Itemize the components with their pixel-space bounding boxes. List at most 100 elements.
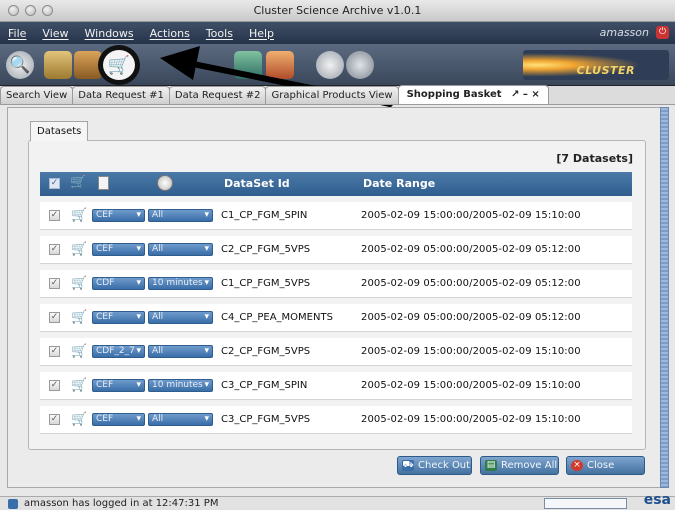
datasets-tab[interactable]: Datasets <box>30 121 89 141</box>
cart-icon[interactable]: 🛒 <box>71 276 87 291</box>
dataset-id: C4_CP_PEA_MOMENTS <box>221 312 333 323</box>
row-checkbox[interactable]: ✓ <box>49 278 60 289</box>
cluster-logo: CLUSTER <box>523 50 669 80</box>
tab-graphical-products[interactable]: Graphical Products View <box>265 86 399 104</box>
minimize-window-icon[interactable] <box>25 5 36 16</box>
row-checkbox[interactable]: ✓ <box>49 244 60 255</box>
date-range: 2005-02-09 05:00:00/2005-02-09 05:12:00 <box>361 312 581 323</box>
view-tabs: Search View Data Request #1 Data Request… <box>0 85 675 105</box>
date-range: 2005-02-09 15:00:00/2005-02-09 15:10:00 <box>361 380 581 391</box>
toolbar: 🔍 🛒 CLUSTER <box>0 44 675 86</box>
dataset-id: C3_CP_FGM_SPIN <box>221 380 308 391</box>
row-checkbox[interactable]: ✓ <box>49 380 60 391</box>
row-checkbox[interactable]: ✓ <box>49 312 60 323</box>
format-select[interactable]: CDF <box>92 277 145 290</box>
bars-icon[interactable] <box>266 51 294 79</box>
table-row: ✓ 🛒 CEF All C3_CP_FGM_5VPS 2005-02-09 15… <box>40 406 632 434</box>
table-row: ✓ 🛒 CEF All C1_CP_FGM_SPIN 2005-02-09 15… <box>40 202 632 230</box>
time-header-icon <box>157 175 173 191</box>
menu-bar: File View Windows Actions Tools Help ama… <box>0 22 675 44</box>
dataset-id: C2_CP_FGM_5VPS <box>221 244 311 255</box>
close-window-icon[interactable] <box>8 5 19 16</box>
format-select[interactable]: CEF <box>92 243 145 256</box>
cart-icon[interactable]: 🛒 <box>71 208 87 223</box>
dataset-count: [7 Datasets] <box>556 152 633 165</box>
table-row: ✓ 🛒 CEF 10 minutes C3_CP_FGM_SPIN 2005-0… <box>40 372 632 400</box>
zoom-window-icon[interactable] <box>42 5 53 16</box>
checkout-icon: ⛟ <box>402 460 414 471</box>
close-button[interactable]: × Close <box>566 456 645 475</box>
row-checkbox[interactable]: ✓ <box>49 210 60 221</box>
format-select[interactable]: CEF <box>92 413 145 426</box>
time-select[interactable]: All <box>148 209 213 222</box>
graph-icon[interactable] <box>234 51 262 79</box>
tab-shopping-basket-label: Shopping Basket <box>406 89 502 100</box>
menu-windows[interactable]: Windows <box>77 27 142 40</box>
tab-search-view[interactable]: Search View <box>0 86 74 104</box>
row-checkbox[interactable]: ✓ <box>49 346 60 357</box>
cart-header-icon: 🛒 <box>70 175 87 190</box>
check-out-button[interactable]: ⛟ Check Out <box>397 456 472 475</box>
close-icon: × <box>571 460 583 471</box>
tab-shopping-basket[interactable]: Shopping Basket ↗ – × <box>397 85 549 104</box>
menu-actions[interactable]: Actions <box>142 27 198 40</box>
table-row: ✓ 🛒 CEF All C2_CP_FGM_5VPS 2005-02-09 05… <box>40 236 632 264</box>
remove-all-label: Remove All <box>501 460 558 471</box>
format-select[interactable]: CEF <box>92 311 145 324</box>
tab-data-request-2[interactable]: Data Request #2 <box>168 86 267 104</box>
search-minus-icon[interactable] <box>346 51 374 79</box>
dataset-id: C2_CP_FGM_5VPS <box>221 346 311 357</box>
dataset-id: C1_CP_FGM_SPIN <box>221 210 308 221</box>
search-plus-icon[interactable] <box>316 51 344 79</box>
check-out-label: Check Out <box>418 460 471 471</box>
time-select[interactable]: All <box>148 311 213 324</box>
remove-all-button[interactable]: ▤ Remove All <box>480 456 559 475</box>
format-select[interactable]: CDF_2_7 <box>92 345 145 358</box>
tab-controls[interactable]: ↗ – × <box>511 89 540 100</box>
date-range: 2005-02-09 15:00:00/2005-02-09 15:10:00 <box>361 346 581 357</box>
logout-icon[interactable]: ⏻ <box>656 26 669 39</box>
menu-tools[interactable]: Tools <box>198 27 241 40</box>
logged-in-user: amasson <box>599 26 649 39</box>
dataset-id: C1_CP_FGM_5VPS <box>221 278 311 289</box>
search-icon[interactable]: 🔍 <box>6 51 34 79</box>
menu-help[interactable]: Help <box>241 27 282 40</box>
format-select[interactable]: CEF <box>92 209 145 222</box>
date-range: 2005-02-09 05:00:00/2005-02-09 05:12:00 <box>361 244 581 255</box>
title-bar: Cluster Science Archive v1.0.1 <box>0 0 675 22</box>
time-select[interactable]: 10 minutes <box>148 379 213 392</box>
dataset-doc-icon[interactable] <box>44 51 72 79</box>
dataset-id: C3_CP_FGM_5VPS <box>221 414 311 425</box>
select-all-checkbox[interactable]: ✓ <box>49 178 60 189</box>
cart-icon[interactable]: 🛒 <box>71 378 87 393</box>
progress-bar <box>544 498 627 509</box>
status-message: amasson has logged in at 12:47:31 PM <box>24 498 219 509</box>
header-date-range: Date Range <box>363 177 436 190</box>
table-row: ✓ 🛒 CEF All C4_CP_PEA_MOMENTS 2005-02-09… <box>40 304 632 332</box>
menu-file[interactable]: File <box>0 27 34 40</box>
header-dataset-id: DataSet Id <box>224 177 290 190</box>
window-controls[interactable] <box>8 5 53 16</box>
menu-view[interactable]: View <box>34 27 76 40</box>
remove-all-icon: ▤ <box>485 460 497 471</box>
time-select[interactable]: All <box>148 243 213 256</box>
time-select[interactable]: All <box>148 413 213 426</box>
status-bar: amasson has logged in at 12:47:31 PM esa <box>0 493 675 510</box>
table-row: ✓ 🛒 CDF_2_7 All C2_CP_FGM_5VPS 2005-02-0… <box>40 338 632 366</box>
cluster-logo-text: CLUSTER <box>576 64 635 77</box>
tab-data-request-1[interactable]: Data Request #1 <box>72 86 170 104</box>
date-range: 2005-02-09 05:00:00/2005-02-09 05:12:00 <box>361 278 581 289</box>
cart-icon[interactable]: 🛒 <box>71 310 87 325</box>
date-range: 2005-02-09 15:00:00/2005-02-09 15:10:00 <box>361 210 581 221</box>
shopping-cart-icon[interactable]: 🛒 <box>98 45 140 85</box>
row-checkbox[interactable]: ✓ <box>49 414 60 425</box>
cart-icon[interactable]: 🛒 <box>71 412 87 427</box>
close-label: Close <box>587 460 615 471</box>
time-select[interactable]: All <box>148 345 213 358</box>
format-select[interactable]: CEF <box>92 379 145 392</box>
time-select[interactable]: 10 minutes <box>148 277 213 290</box>
cart-icon[interactable]: 🛒 <box>71 242 87 257</box>
scrollbar[interactable] <box>660 107 669 488</box>
user-status-icon <box>8 499 18 509</box>
cart-icon[interactable]: 🛒 <box>71 344 87 359</box>
